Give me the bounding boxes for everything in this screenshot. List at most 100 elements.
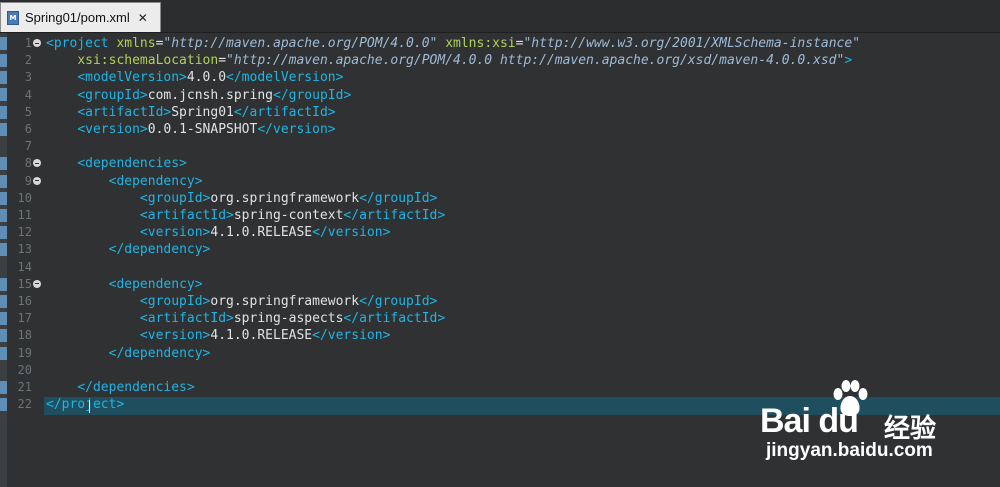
code-line[interactable]: 5 <artifactId>Spring01</artifactId> <box>0 104 1000 121</box>
code-token: <version> <box>139 225 211 241</box>
fold-collapse-icon[interactable] <box>33 279 41 288</box>
code-token: <artifactId> <box>139 311 234 327</box>
editor-tab-bar: M Spring01/pom.xml ✕ <box>0 0 1000 33</box>
code-line[interactable]: 15 <dependency> <box>0 276 1000 293</box>
code-text: </project> <box>46 396 124 413</box>
code-line[interactable]: 8 <dependencies> <box>0 155 1000 172</box>
code-token: xmlns:xsi <box>445 36 516 51</box>
line-number: 16 <box>17 294 32 308</box>
code-text: <project xmlns="http://maven.apache.org/… <box>46 35 860 52</box>
code-token: "http://maven.apache.org/POM/4.0.0 http:… <box>226 53 845 69</box>
tab-pom-xml[interactable]: M Spring01/pom.xml ✕ <box>0 2 161 32</box>
code-line[interactable]: 17 <artifactId>spring-aspects</artifactI… <box>0 310 1000 327</box>
code-line[interactable]: 18 <version>4.1.0.RELEASE</version> <box>0 327 1000 344</box>
watermark-brand: Bai du <box>760 402 859 440</box>
line-number: 1 <box>24 36 32 50</box>
code-token: <artifactId> <box>139 208 234 223</box>
code-text: </dependencies> <box>46 379 195 396</box>
code-token: </version> <box>257 122 336 137</box>
code-line[interactable]: 14 <box>0 259 1000 276</box>
code-token: 4.1.0.RELEASE <box>210 225 313 241</box>
line-number: 22 <box>17 397 32 412</box>
line-number: 19 <box>17 345 32 360</box>
code-token: </version> <box>312 225 391 241</box>
code-token: </dependencies> <box>77 380 195 395</box>
code-token: </groupId> <box>273 87 352 103</box>
code-line[interactable]: 20 <box>0 362 1000 379</box>
code-token: Spring01 <box>171 104 234 120</box>
code-text: <groupId>com.jcnsh.spring</groupId> <box>46 87 351 104</box>
code-line[interactable]: 2 xsi:schemaLocation="http://maven.apach… <box>0 52 1000 69</box>
maven-file-icon: M <box>7 10 19 25</box>
fold-collapse-icon[interactable] <box>33 39 41 47</box>
code-token: 0.0.1-SNAPSHOT <box>147 122 258 137</box>
line-number: 4 <box>24 87 32 102</box>
code-token: <artifactId> <box>77 104 172 120</box>
code-line[interactable]: 11 <artifactId>spring-context</artifactI… <box>0 207 1000 224</box>
code-text: </dependency> <box>46 241 211 258</box>
line-number: 7 <box>24 139 32 154</box>
file-icon-letter: M <box>9 13 17 22</box>
line-number: 12 <box>17 225 32 240</box>
code-line[interactable]: 13 </dependency> <box>0 241 1000 258</box>
fold-collapse-icon[interactable] <box>33 176 41 185</box>
line-number: 14 <box>17 259 32 274</box>
close-icon[interactable]: ✕ <box>138 11 148 25</box>
code-text: <version>4.1.0.RELEASE</version> <box>46 327 390 344</box>
line-number: 17 <box>17 311 32 326</box>
line-number: 21 <box>17 380 32 394</box>
code-token: </groupId> <box>359 190 438 206</box>
code-token: </modelVersion> <box>226 70 344 86</box>
line-number: 10 <box>17 190 32 205</box>
code-text: <dependencies> <box>46 155 187 172</box>
code-line[interactable]: 16 <groupId>org.springframework</groupId… <box>0 293 1000 310</box>
code-token: <version> <box>139 328 211 344</box>
code-token: > <box>844 53 853 69</box>
line-number: 6 <box>24 122 32 136</box>
code-line[interactable]: 12 <version>4.1.0.RELEASE</version> <box>0 224 1000 241</box>
code-text: <artifactId>spring-aspects</artifactId> <box>46 310 445 327</box>
code-token: </artifactId> <box>343 208 446 223</box>
line-number: 2 <box>24 53 32 68</box>
code-token: spring-context <box>233 208 344 223</box>
code-line[interactable]: 9 <dependency> <box>0 173 1000 190</box>
code-token: </version> <box>312 328 391 344</box>
code-line[interactable]: 7 <box>0 138 1000 155</box>
code-line[interactable]: 19 </dependency> <box>0 345 1000 362</box>
watermark-url: jingyan.baidu.com <box>766 440 933 461</box>
code-text: <groupId>org.springframework</groupId> <box>46 190 437 207</box>
code-text: </dependency> <box>46 345 211 362</box>
code-token: <dependency> <box>108 276 203 292</box>
text-cursor <box>89 400 90 413</box>
code-token: <groupId> <box>139 190 211 206</box>
line-number: 9 <box>24 173 32 188</box>
code-token: </artifactId> <box>233 104 336 120</box>
code-token: com.jcnsh.spring <box>147 87 273 103</box>
code-token: <groupId> <box>139 294 211 309</box>
code-token: <modelVersion> <box>77 70 187 86</box>
code-line[interactable]: 1 <project xmlns="http://maven.apache.org… <box>0 35 1000 52</box>
line-number: 13 <box>17 242 32 257</box>
code-token: xsi:schemaLocation <box>77 53 219 69</box>
fold-collapse-icon[interactable] <box>33 159 41 168</box>
code-line[interactable]: 6 <version>0.0.1-SNAPSHOT</version> <box>0 121 1000 138</box>
baidu-jingyan-watermark: Bai du 经验 jingyan.baidu.com <box>760 380 960 480</box>
code-line[interactable]: 4 <groupId>com.jcnsh.spring</groupId> <box>0 87 1000 104</box>
code-line[interactable]: 10 <groupId>org.springframework</groupId… <box>0 190 1000 207</box>
code-token: <groupId> <box>77 87 148 103</box>
code-token: spring-aspects <box>233 311 344 327</box>
code-line[interactable]: 3 <modelVersion>4.0.0</modelVersion> <box>0 69 1000 86</box>
